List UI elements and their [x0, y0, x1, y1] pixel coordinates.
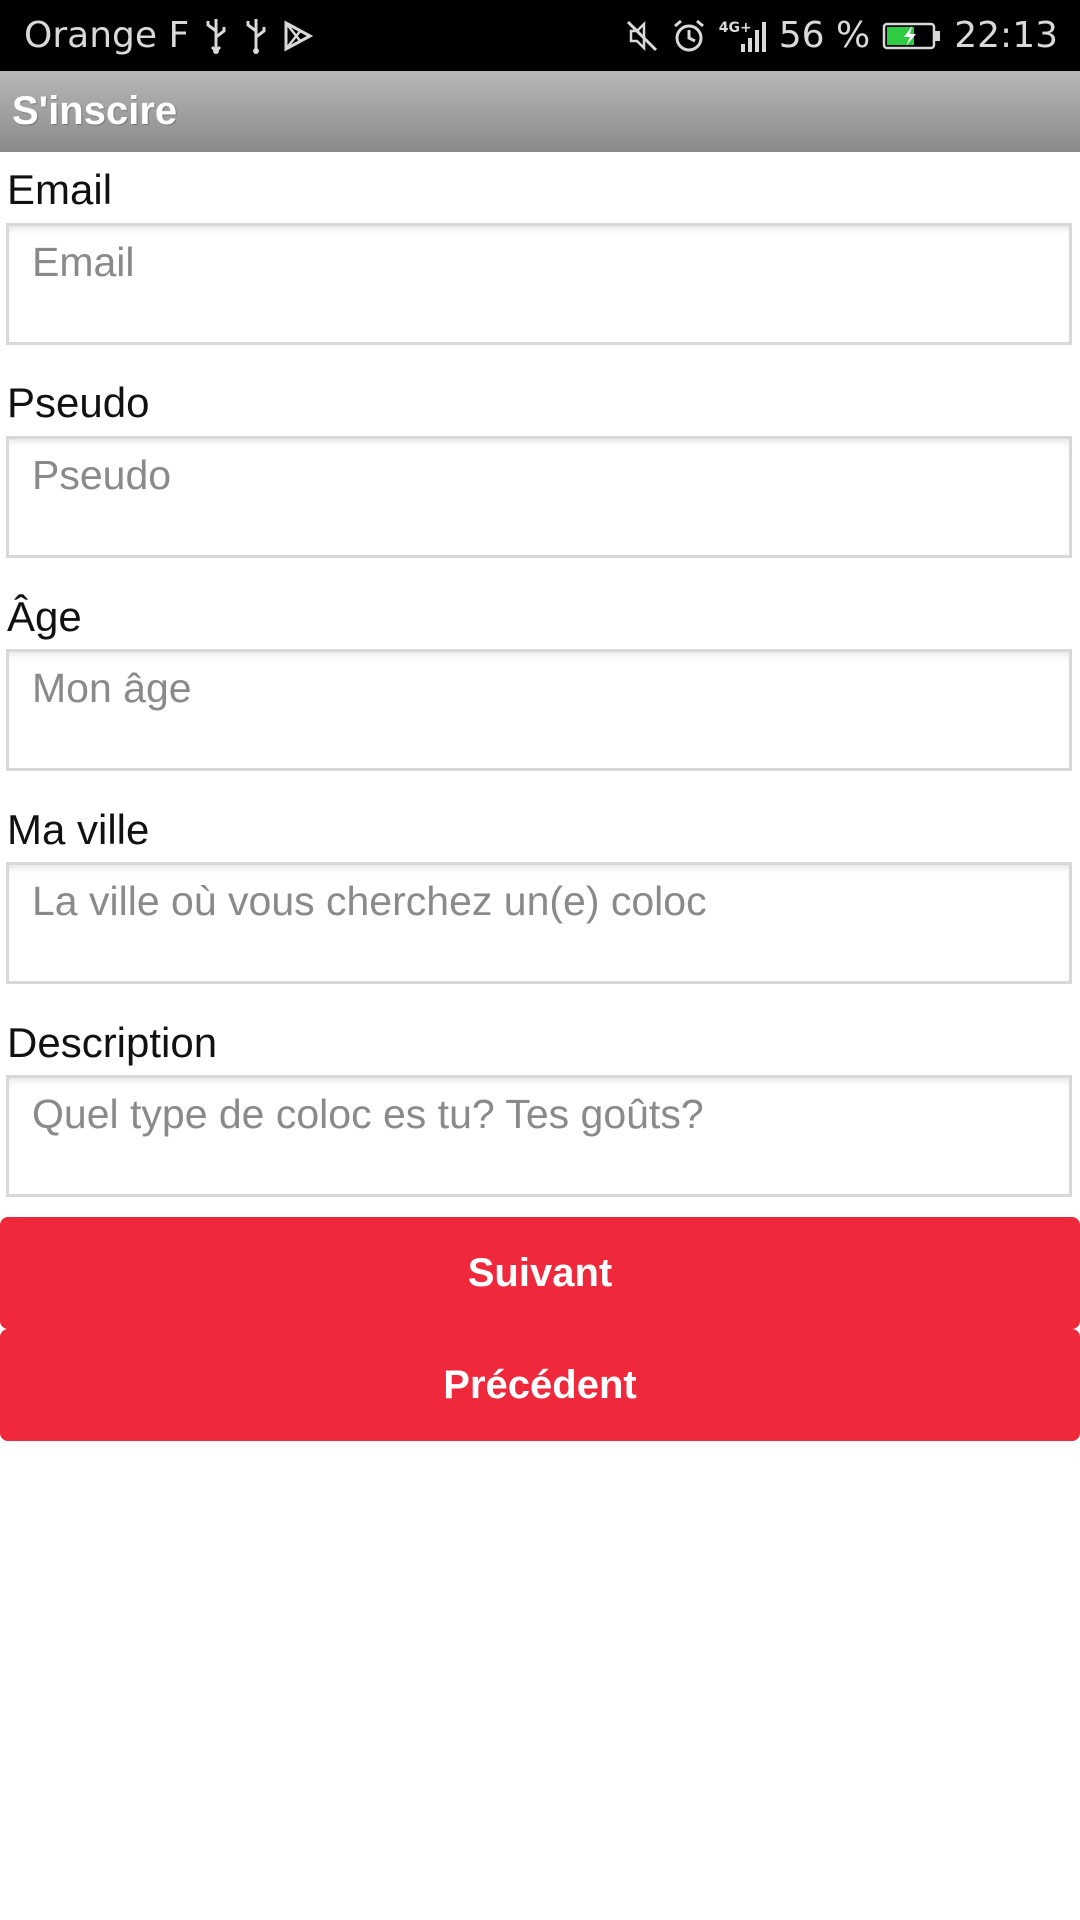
signal-4g-icon: 4G+	[719, 18, 767, 54]
pseudo-field[interactable]	[6, 436, 1072, 558]
description-field[interactable]	[6, 1075, 1072, 1197]
age-label: Âge	[7, 593, 82, 640]
city-field[interactable]	[6, 862, 1072, 984]
play-store-icon	[283, 19, 314, 52]
next-button[interactable]: Suivant	[0, 1217, 1080, 1329]
email-field[interactable]	[6, 223, 1072, 345]
previous-button[interactable]: Précédent	[0, 1329, 1080, 1441]
clock-time: 22:13	[954, 15, 1058, 56]
email-label: Email	[7, 166, 113, 213]
alarm-icon	[671, 18, 707, 54]
action-bar: S'inscire	[0, 71, 1080, 152]
status-bar: Orange F 4G+ 56 % 22:13	[0, 0, 1080, 71]
age-field[interactable]	[6, 649, 1072, 771]
description-label: Description	[7, 1019, 218, 1066]
usb-icon	[203, 17, 229, 55]
battery-percent: 56 %	[778, 15, 871, 56]
network-type-label: 4G+	[718, 19, 752, 36]
page-title: S'inscire	[12, 89, 178, 133]
battery-charging-icon	[882, 21, 942, 51]
pseudo-label: Pseudo	[7, 379, 150, 426]
city-label: Ma ville	[7, 806, 150, 853]
mute-icon	[625, 19, 659, 53]
carrier-name: Orange F	[24, 15, 190, 56]
usb-icon	[243, 17, 269, 55]
